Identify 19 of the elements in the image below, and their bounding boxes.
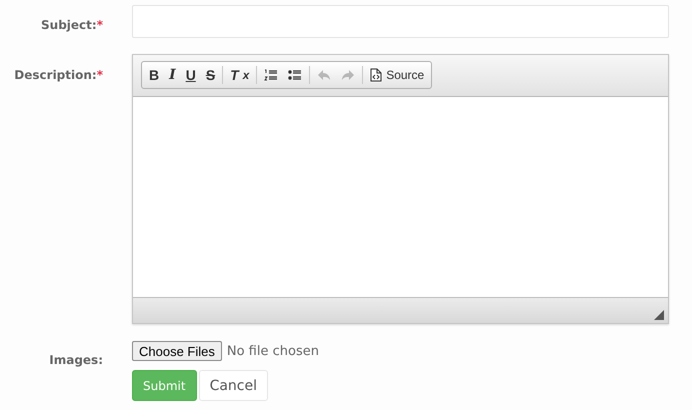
bulleted-list-icon [288, 69, 302, 81]
document-code-icon [370, 68, 382, 82]
source-button[interactable]: Source [365, 64, 430, 86]
bold-button[interactable]: B [144, 64, 164, 86]
subject-input[interactable] [132, 5, 669, 38]
italic-button[interactable]: I [164, 64, 181, 86]
strike-button[interactable]: S [200, 64, 220, 86]
underline-button[interactable]: U [180, 64, 201, 86]
editor-text-area[interactable] [133, 97, 668, 297]
file-status-text: No file chosen [226, 344, 319, 358]
choose-files-button[interactable]: Choose Files [132, 341, 222, 361]
field-label: Description:* [14, 68, 103, 82]
resize-handle-icon[interactable] [654, 310, 664, 320]
field-label: Images: [49, 353, 103, 367]
cancel-button[interactable]: Cancel [198, 370, 268, 401]
redo-icon [341, 69, 356, 81]
undo-icon [317, 69, 332, 81]
field-label: Subject:* [41, 18, 103, 32]
numbered-list-icon [264, 69, 278, 81]
